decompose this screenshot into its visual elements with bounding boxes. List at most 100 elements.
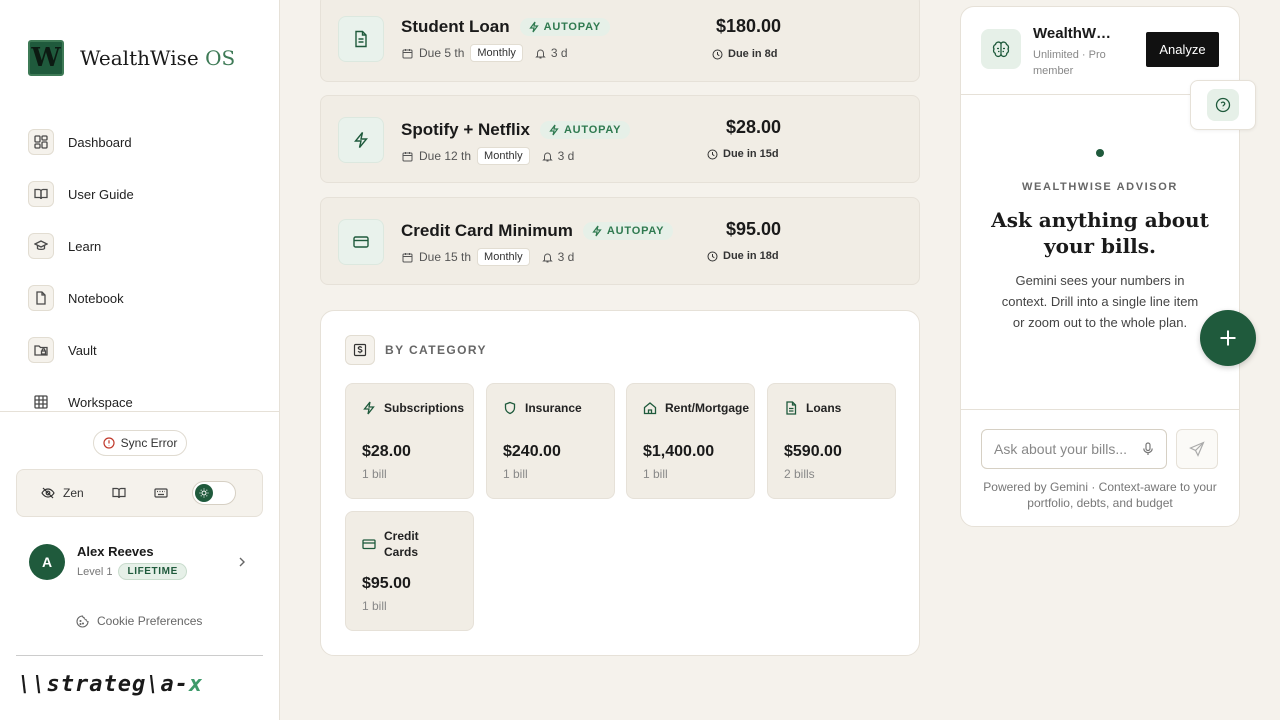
category-tile-insurance[interactable]: Insurance $240.00 1 bill (486, 383, 615, 499)
analyze-button[interactable]: Analyze (1146, 32, 1219, 67)
shield-icon (503, 401, 517, 415)
category-count: 2 bills (784, 467, 815, 481)
sidebar-item-notebook[interactable]: Notebook (28, 272, 134, 324)
bill-name: Spotify + Netflix (401, 120, 530, 139)
category-tile-rent-mortgage[interactable]: Rent/Mortgage $1,400.00 1 bill (626, 383, 755, 499)
category-count: 1 bill (362, 467, 387, 481)
calendar-icon (402, 151, 413, 162)
bill-title: Spotify + Netflix AUTOPAY (401, 120, 631, 140)
home-icon (643, 401, 657, 415)
bill-name: Student Loan (401, 17, 510, 36)
send-icon (1189, 441, 1205, 457)
bill-title: Student Loan AUTOPAY (401, 17, 610, 37)
chat-input-wrapper (981, 429, 1167, 469)
bill-amount: $180.00 (716, 16, 782, 36)
alert-circle-icon (103, 437, 115, 449)
bill-name: Credit Card Minimum (401, 221, 573, 240)
add-button[interactable] (1200, 310, 1256, 366)
brand-logo: W (28, 40, 64, 76)
help-button[interactable] (1190, 80, 1256, 130)
clock-icon (707, 149, 718, 160)
bell-icon (541, 151, 553, 162)
autopay-badge: AUTOPAY (582, 222, 674, 240)
advisor-description: Gemini sees your numbers in context. Dri… (1001, 273, 1199, 330)
footer-divider (16, 655, 263, 656)
reminder: 3 d (541, 149, 574, 163)
user-name: Alex Reeves (77, 544, 154, 559)
sidebar-item-label: User Guide (68, 186, 134, 202)
user-level: Level 1 (77, 565, 113, 578)
category-amount: $1,400.00 (643, 443, 715, 460)
cookie-preferences-link[interactable]: Cookie Preferences (76, 614, 202, 628)
book-icon (28, 181, 54, 207)
theme-toggle[interactable] (191, 481, 236, 505)
category-tile-loans[interactable]: Loans $590.00 2 bills (767, 383, 896, 499)
category-name: Credit Cards (384, 529, 419, 559)
bell-icon (535, 48, 546, 59)
category-name: Loans (806, 401, 842, 415)
avatar: A (29, 544, 65, 580)
graduation-cap-icon (28, 233, 54, 259)
category-tile-subscriptions[interactable]: Subscriptions $28.00 1 bill (345, 383, 474, 499)
bill-card[interactable]: Spotify + Netflix AUTOPAY Due 12 th Mont… (320, 95, 920, 183)
sidebar-item-learn[interactable]: Learn (28, 220, 134, 272)
bill-meta: Due 12 th Monthly 3 d (402, 147, 574, 165)
tile-header: Credit Cards (362, 528, 452, 560)
microphone-icon[interactable] (1142, 442, 1154, 456)
sun-icon (194, 484, 213, 502)
sidebar-nav: Dashboard User Guide Learn Notebook Vaul… (28, 116, 134, 428)
dashboard-icon (28, 129, 54, 155)
keyboard-icon[interactable] (154, 486, 168, 500)
reminder: 3 d (535, 46, 568, 60)
chat-input[interactable] (994, 441, 1130, 457)
category-count: 1 bill (503, 467, 528, 481)
category-tile-credit-cards[interactable]: Credit Cards $95.00 1 bill (345, 511, 474, 631)
book-icon[interactable] (112, 486, 126, 500)
bill-amount: $95.00 (726, 219, 782, 239)
send-button[interactable] (1176, 429, 1218, 469)
autopay-badge: AUTOPAY (519, 18, 610, 36)
clock-icon (712, 49, 723, 60)
footer-logo: \\strateg\a-x (18, 672, 204, 697)
advisor-subtitle: Unlimited · Pro member (1033, 49, 1106, 77)
advisor-footer: Powered by Gemini · Context-aware to you… (983, 480, 1217, 510)
bill-card[interactable]: Student Loan AUTOPAY Due 5 th Monthly 3 … (320, 0, 920, 82)
category-name: Subscriptions (384, 401, 465, 415)
sidebar-divider (0, 411, 279, 412)
frequency-badge: Monthly (477, 147, 530, 165)
user-profile[interactable]: A Alex Reeves Level 1 LIFETIME (29, 544, 249, 580)
category-amount: $95.00 (362, 575, 411, 592)
eye-off-icon (41, 486, 55, 500)
sidebar-item-dashboard[interactable]: Dashboard (28, 116, 134, 168)
folder-lock-icon (28, 337, 54, 363)
sidebar-item-vault[interactable]: Vault (28, 324, 134, 376)
sync-error-button[interactable]: Sync Error (93, 430, 187, 456)
credit-card-icon (362, 537, 376, 551)
document-icon (784, 401, 798, 415)
user-info: Alex Reeves Level 1 LIFETIME (77, 544, 187, 580)
category-name: Insurance (525, 401, 582, 415)
category-header: BY CATEGORY (345, 335, 487, 365)
plus-icon (1218, 328, 1238, 348)
credit-card-icon (338, 219, 384, 265)
bill-card[interactable]: Credit Card Minimum AUTOPAY Due 15 th Mo… (320, 197, 920, 285)
tile-header: Loans (784, 400, 841, 416)
sidebar-item-user-guide[interactable]: User Guide (28, 168, 134, 220)
bill-title: Credit Card Minimum AUTOPAY (401, 221, 674, 241)
bill-due-date: Due 15 th (419, 250, 472, 264)
document-icon (338, 16, 384, 62)
bill-due-in: Due in 18d (707, 250, 779, 262)
brand[interactable]: W WealthWise OS (28, 40, 235, 76)
brand-name: WealthWise OS (80, 46, 236, 70)
clock-icon (707, 251, 718, 262)
sidebar-item-label: Notebook (68, 290, 124, 306)
sync-status-label: Sync Error (120, 436, 178, 450)
zen-label: Zen (63, 486, 84, 500)
lightning-icon (362, 401, 376, 415)
tile-header: Rent/Mortgage (643, 400, 749, 416)
frequency-badge: Monthly (470, 44, 523, 62)
zen-mode-button[interactable]: Zen (41, 486, 84, 500)
calendar-icon (402, 252, 413, 263)
calendar-icon (402, 48, 413, 59)
sidebar-item-workspace[interactable]: Workspace (28, 376, 134, 428)
